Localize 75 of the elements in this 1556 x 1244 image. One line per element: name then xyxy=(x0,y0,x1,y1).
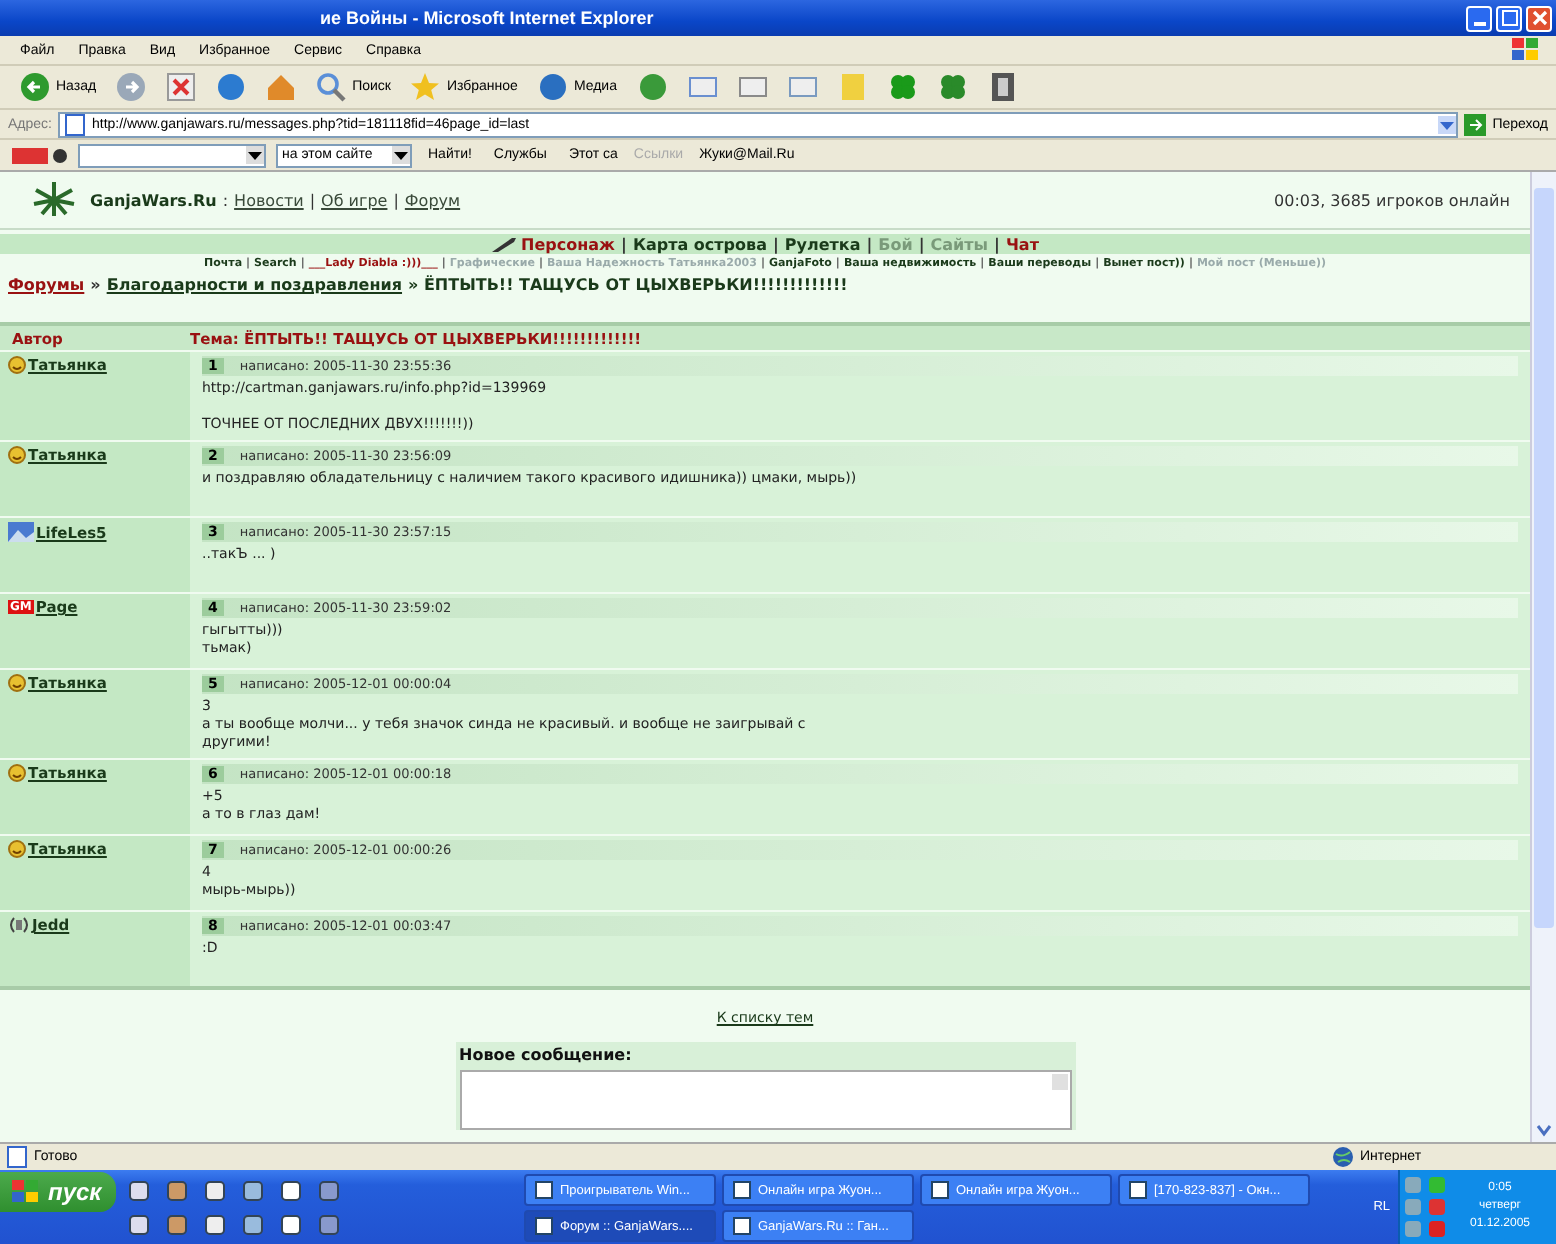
search-icon xyxy=(316,72,347,102)
scroll-down-icon[interactable] xyxy=(1534,1122,1554,1138)
avatar-icon xyxy=(8,522,34,542)
gun-icon xyxy=(491,236,516,252)
go-arrow-icon xyxy=(1464,113,1487,135)
start-button[interactable]: пуск xyxy=(0,1172,116,1212)
toolbar-button[interactable] xyxy=(733,72,771,102)
scrollbar[interactable] xyxy=(1051,1074,1067,1090)
windows-logo-icon xyxy=(12,1180,40,1204)
separator: | xyxy=(994,235,1000,253)
separator: | xyxy=(918,235,925,253)
clover-icon xyxy=(887,72,917,102)
maximize-button[interactable] xyxy=(1496,5,1522,31)
dropdown-icon xyxy=(246,146,264,164)
separator: | xyxy=(393,191,399,209)
stop-icon xyxy=(166,72,197,102)
smiley-icon xyxy=(8,356,26,374)
window-icon xyxy=(930,1180,950,1200)
site-link[interactable]: Новости xyxy=(234,191,304,209)
separator: | xyxy=(309,191,316,209)
online-count: 00:03, 3685 игроков онлайн xyxy=(1274,191,1510,209)
nav-link[interactable]: Карта острова xyxy=(632,235,767,253)
breadcrumb-separator: » xyxy=(90,276,101,294)
nav-link[interactable]: Чат xyxy=(1005,235,1039,253)
nav-link[interactable]: Персонаж xyxy=(521,235,616,253)
dropdown-icon xyxy=(1438,115,1457,133)
home-icon xyxy=(266,72,297,102)
dropdown-icon xyxy=(392,146,410,164)
new-message-heading: Новое сообщение: xyxy=(459,1046,634,1064)
message-field[interactable] xyxy=(459,1070,1071,1130)
quick-launch-icon[interactable] xyxy=(242,1180,264,1202)
smiley-icon xyxy=(8,674,26,692)
quick-launch-icon[interactable] xyxy=(280,1180,302,1202)
site-link[interactable]: Форум xyxy=(404,191,461,209)
quick-launch-icon[interactable] xyxy=(128,1180,150,1202)
toolbar-button[interactable] xyxy=(162,72,201,102)
quick-launch-icon[interactable] xyxy=(128,1214,150,1236)
windows-logo-icon xyxy=(1512,38,1540,62)
separator: : xyxy=(222,191,229,209)
maximize-icon xyxy=(1501,10,1517,26)
note-icon xyxy=(837,72,867,102)
toolbar-button[interactable] xyxy=(683,72,721,102)
mail-ru-logo-icon xyxy=(12,145,68,165)
window-icon xyxy=(1128,1180,1148,1200)
separator: | xyxy=(772,235,779,253)
breadcrumb-link[interactable]: Форумы xyxy=(8,276,85,294)
minimize-button[interactable] xyxy=(1466,5,1492,31)
smiley-icon xyxy=(8,840,26,858)
breadcrumb-link[interactable]: Благодарности и поздравления xyxy=(106,276,403,294)
page-icon xyxy=(63,113,86,135)
window-title: ие Войны - Microsoft Internet Explorer xyxy=(320,8,654,28)
quick-launch-icon[interactable] xyxy=(280,1214,302,1236)
close-icon xyxy=(1531,10,1547,26)
smiley-icon xyxy=(8,446,26,464)
clan-icon xyxy=(8,916,30,934)
leaf-icon xyxy=(32,182,76,218)
page-icon xyxy=(6,1146,28,1168)
forward-icon xyxy=(116,72,147,102)
scrollbar[interactable] xyxy=(1530,172,1556,1142)
nav-link[interactable]: Рулетка xyxy=(784,235,861,253)
close-button[interactable] xyxy=(1526,5,1552,31)
quick-launch-icon[interactable] xyxy=(242,1214,264,1236)
separator: | xyxy=(621,235,627,253)
site-link[interactable]: Об игре xyxy=(321,191,388,209)
quick-launch-icon[interactable] xyxy=(204,1180,226,1202)
star-icon xyxy=(410,72,441,102)
smiley-icon xyxy=(8,764,26,782)
search-field[interactable] xyxy=(78,143,266,167)
quick-launch-icon[interactable] xyxy=(166,1214,188,1236)
site-name: GanjaWars.Ru xyxy=(90,191,217,209)
topic-title: » ЁПТЫТЬ!! ТАЩУСЬ ОТ ЦЫХВЕРЬКИ!!!!!!!!!!!!! xyxy=(408,276,848,294)
quick-launch-icon[interactable] xyxy=(204,1214,226,1236)
separator: | xyxy=(866,235,873,253)
quick-launch-icon[interactable] xyxy=(166,1180,188,1202)
back-icon xyxy=(20,72,50,102)
